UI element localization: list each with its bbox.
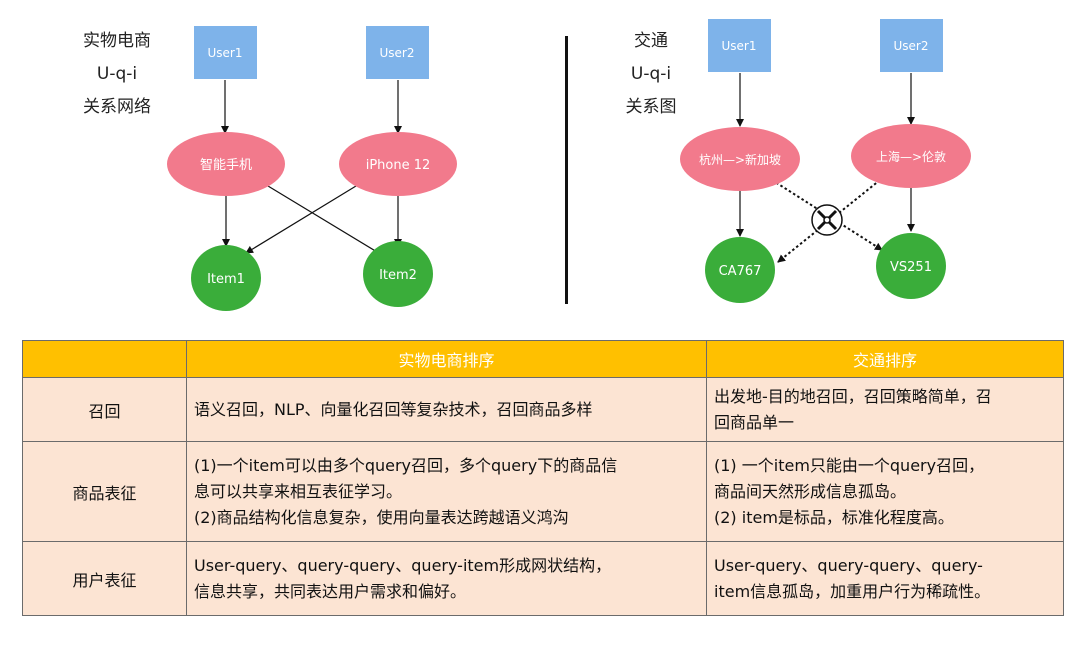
left-query1-label: 智能手机 [200,158,252,173]
ecommerce-cell: 语义召回，NLP、向量化召回等复杂技术，召回商品多样 [186,377,707,442]
ecommerce-cell: (1)一个item可以由多个query召回，多个query下的商品信 息可以共享… [186,441,707,542]
cell-line: 出发地-目的地召回，召回策略简单，召 [714,386,992,406]
table-row: 商品表征 (1)一个item可以由多个query召回，多个query下的商品信 … [22,441,1064,542]
right-item2-label: VS251 [890,260,932,275]
header-ecommerce: 实物电商排序 [186,340,707,378]
row-label: 商品表征 [22,441,187,542]
header-transport: 交通排序 [706,340,1064,378]
cell-line: User-query、query-query、query- [714,555,983,575]
cell-line: 商品间天然形成信息孤岛。 [714,481,907,501]
cell-line: User-query、query-query、query-item形成网状结构， [194,555,612,575]
disconnected-icon [811,204,843,236]
cell-line: (2)商品结构化信息复杂，使用向量表达跨越语义鸿沟 [194,507,569,527]
relation-graphs: User1 User2 智能手机 iPhone 12 Item1 Item2 U… [167,19,971,311]
edge-query1-item2 [267,185,383,256]
left-item1-label: Item1 [207,272,245,287]
cell-line: 回商品单一 [714,412,795,432]
cell-line: 语义召回，NLP、向量化召回等复杂技术，召回商品多样 [194,399,593,419]
edge-query2-item1 [245,185,357,254]
comparison-table: 实物电商排序 交通排序 召回 语义召回，NLP、向量化召回等复杂技术，召回商品多… [22,340,1064,616]
right-query2-label: 上海—>伦敦 [876,149,946,164]
row-label: 召回 [22,377,187,442]
right-user1-label: User1 [722,39,757,53]
left-query2-label: iPhone 12 [366,158,431,173]
cell-line: 信息共享，共同表达用户需求和偏好。 [194,581,467,601]
row-label: 用户表征 [22,541,187,616]
cell-line: (2) item是标品，标准化程度高。 [714,507,954,527]
cell-line: (1) 一个item只能由一个query召回， [714,455,985,475]
table-row: 召回 语义召回，NLP、向量化召回等复杂技术，召回商品多样 出发地-目的地召回，… [22,377,1064,442]
left-item2-label: Item2 [379,268,417,283]
cell-line: 息可以共享来相互表征学习。 [194,481,403,501]
left-user1-label: User1 [208,46,243,60]
left-user2-label: User2 [380,46,415,60]
transport-cell: User-query、query-query、query- item信息孤岛，加… [706,541,1064,616]
right-user2-label: User2 [894,39,929,53]
table-row: 用户表征 User-query、query-query、query-item形成… [22,541,1064,616]
right-item1-label: CA767 [719,264,762,279]
transport-cell: 出发地-目的地召回，召回策略简单，召 回商品单一 [706,377,1064,442]
right-query1-label: 杭州—>新加坡 [699,152,781,167]
cell-line: item信息孤岛，加重用户行为稀疏性。 [714,581,991,601]
header-empty-cell [22,340,187,378]
table-header-row: 实物电商排序 交通排序 [22,340,1064,378]
ecommerce-cell: User-query、query-query、query-item形成网状结构，… [186,541,707,616]
cell-line: (1)一个item可以由多个query召回，多个query下的商品信 [194,455,618,475]
transport-cell: (1) 一个item只能由一个query召回， 商品间天然形成信息孤岛。 (2)… [706,441,1064,542]
